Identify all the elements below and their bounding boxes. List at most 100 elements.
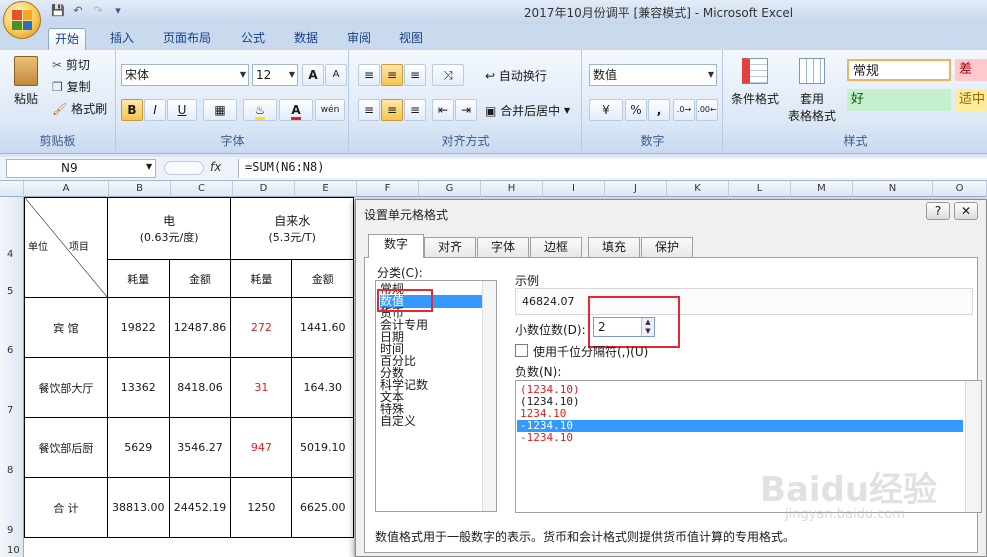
column-header[interactable]: K [667,181,729,197]
column-header[interactable]: M [791,181,853,197]
row-name-cell[interactable]: 宾 馆 [24,297,108,358]
row-header[interactable]: 5 [0,286,24,297]
row-header[interactable]: 7 [0,405,24,416]
italic-button[interactable]: I [144,99,166,121]
comma-button[interactable]: , [648,99,670,121]
column-header[interactable]: C [171,181,233,197]
shrink-font-button[interactable]: A [325,64,347,86]
decrease-decimal-button[interactable]: .00← [696,99,718,121]
formula-input[interactable]: =SUM(N6:N8) [238,159,987,178]
format-painter-button[interactable]: 🖌 格式刷 [52,100,107,117]
currency-button[interactable]: ¥ [589,99,623,121]
tab-fill[interactable]: 填充 [588,237,640,257]
subheader-cell[interactable]: 耗量 [230,259,293,298]
data-cell[interactable]: 31 [230,357,293,418]
row-header[interactable]: 4 [0,249,24,260]
tab-insert[interactable]: 插入 [104,28,140,50]
increase-decimal-button[interactable]: .0→ [673,99,695,121]
style-good[interactable]: 好 [847,89,951,111]
data-cell[interactable]: 3546.27 [168,417,232,478]
help-button[interactable]: ? [926,202,950,220]
borders-button[interactable]: ▦ [203,99,237,121]
data-cell[interactable]: 6625.00 [291,477,354,538]
column-header[interactable]: A [24,181,109,197]
close-button[interactable]: ✕ [954,202,978,220]
row-name-cell[interactable]: 合 计 [24,477,108,538]
format-as-table-button[interactable]: 套用 表格格式 [784,58,840,124]
copy-button[interactable]: ❐ 复制 [52,78,91,95]
tab-home[interactable]: 开始 [48,28,87,50]
style-neutral[interactable]: 适中 [955,89,987,111]
phonetic-button[interactable]: wén [315,99,345,121]
orientation-button[interactable]: ⤨ [432,64,464,86]
tab-protection[interactable]: 保护 [641,237,693,257]
diagonal-header-cell[interactable]: 项目 单位 [24,197,108,298]
column-header[interactable]: O [933,181,987,197]
select-all-corner[interactable] [0,181,24,197]
insert-function-button[interactable]: fx [210,160,221,174]
column-header[interactable]: I [543,181,605,197]
tab-alignment[interactable]: 对齐 [424,237,476,257]
tab-formulas[interactable]: 公式 [235,28,271,50]
office-button[interactable] [3,1,41,39]
paste-button[interactable]: 粘贴 [8,56,44,107]
underline-button[interactable]: U [167,99,197,121]
tab-data[interactable]: 数据 [288,28,324,50]
subheader-cell[interactable]: 金额 [168,259,232,298]
row-name-cell[interactable]: 餐饮部大厅 [24,357,108,418]
row-header[interactable]: 6 [0,345,24,356]
column-header[interactable]: J [605,181,667,197]
data-cell[interactable]: 1250 [230,477,293,538]
data-cell[interactable]: 8418.06 [168,357,232,418]
number-format-combo[interactable]: 数值 ▼ [589,64,717,86]
worksheet[interactable]: 项目 单位 电 (0.63元/度) 自来水 (5.3元/T) 耗量 金额 耗量 金额… [24,197,354,557]
align-right-button[interactable]: ≡ [404,99,426,121]
category-scrollbar[interactable] [482,281,496,511]
thousands-checkbox[interactable] [515,344,528,357]
tab-review[interactable]: 审阅 [341,28,377,50]
row-header[interactable]: 9 [0,525,24,536]
data-cell[interactable]: 12487.86 [168,297,232,358]
data-cell[interactable]: 13362 [106,357,170,418]
font-name-combo[interactable]: 宋体 ▼ [121,64,249,86]
align-center-button[interactable]: ≡ [381,99,403,121]
data-cell[interactable]: 5629 [106,417,170,478]
water-header-cell[interactable]: 自来水 (5.3元/T) [230,197,354,260]
column-header[interactable]: N [853,181,933,197]
fill-color-button[interactable]: ♨ [243,99,277,121]
tab-border[interactable]: 边框 [530,237,582,257]
conditional-format-button[interactable]: 条件格式 [730,58,780,107]
column-header[interactable]: E [295,181,357,197]
data-cell[interactable]: 164.30 [291,357,354,418]
tab-font[interactable]: 字体 [477,237,529,257]
decrease-indent-button[interactable]: ⇤ [432,99,454,121]
name-box[interactable]: N9 [6,159,156,178]
data-cell[interactable]: 5019.10 [291,417,354,478]
wrap-text-button[interactable]: ↩ 自动换行 [485,67,547,84]
category-item[interactable]: 自定义 [380,415,416,427]
row-header[interactable]: 8 [0,465,24,476]
column-header[interactable]: H [481,181,543,197]
row-name-cell[interactable]: 餐饮部后厨 [24,417,108,478]
increase-indent-button[interactable]: ⇥ [455,99,477,121]
data-cell[interactable]: 24452.19 [168,477,232,538]
subheader-cell[interactable]: 耗量 [106,259,170,298]
electricity-header-cell[interactable]: 电 (0.63元/度) [106,197,232,260]
data-cell[interactable]: 1441.60 [291,297,354,358]
data-cell[interactable]: 947 [230,417,293,478]
style-bad[interactable]: 差 [955,59,987,81]
merge-center-button[interactable]: ▣ 合并后居中 ▼ [485,102,570,119]
align-left-button[interactable]: ≡ [358,99,380,121]
subheader-cell[interactable]: 金额 [291,259,354,298]
grow-font-button[interactable]: A [302,64,324,86]
align-bottom-button[interactable]: ≡ [404,64,426,86]
negative-option-selected[interactable]: -1234.10 [517,420,963,432]
tab-page-layout[interactable]: 页面布局 [157,28,217,50]
data-cell[interactable]: 272 [230,297,293,358]
align-top-button[interactable]: ≡ [358,64,380,86]
tab-view[interactable]: 视图 [393,28,429,50]
tab-number[interactable]: 数字 [368,234,424,258]
negative-option[interactable]: -1234.10 [520,432,573,444]
column-header[interactable]: D [233,181,295,197]
style-normal[interactable]: 常规 [847,59,951,81]
